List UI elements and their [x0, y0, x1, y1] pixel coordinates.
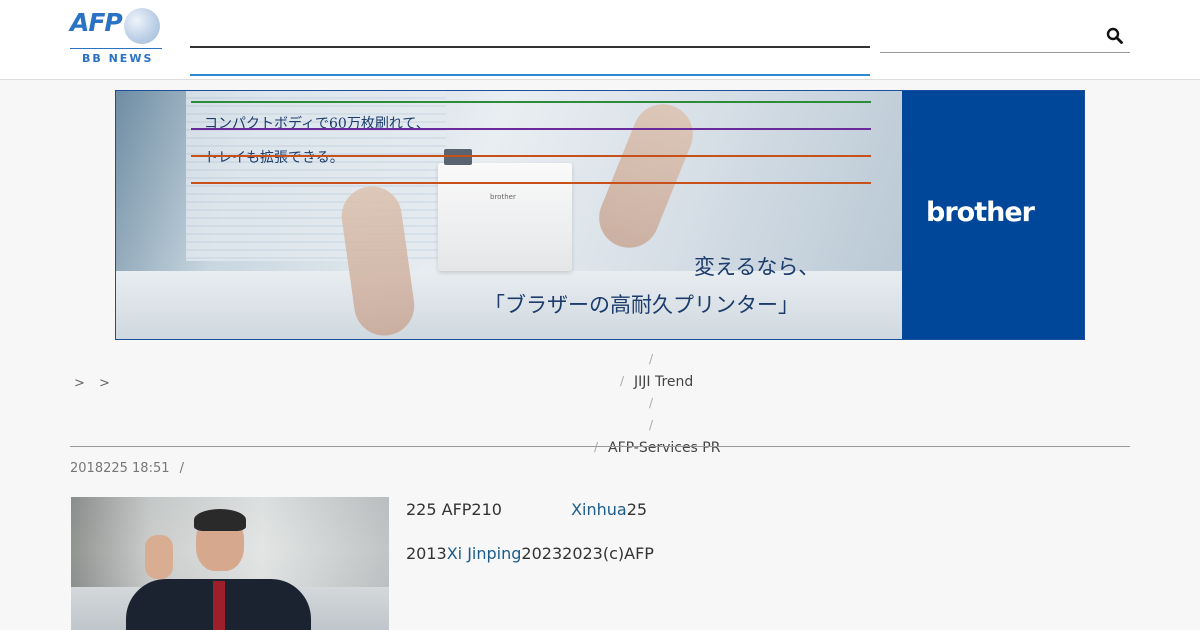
- menu-link-afp-services-pr[interactable]: AFP-Services PR: [608, 440, 720, 456]
- paragraph-2-tail: 20232023(c)AFP: [521, 544, 654, 563]
- menu-link-jiji-trend[interactable]: JIJI Trend: [634, 374, 693, 390]
- brother-printer-ad-banner[interactable]: brother コンパクトボディで60万枚刷れて、 トレイも拡張できる。 変える…: [115, 90, 1085, 340]
- brother-logo: brother: [926, 197, 1035, 228]
- ad-copy-line-1: コンパクトボディで60万枚刷れて、: [204, 116, 430, 132]
- printer-brand-label: brother: [490, 193, 516, 201]
- article-date: 2018225 18:51: [70, 461, 170, 476]
- title-divider: [70, 446, 1130, 447]
- nav-line-orange-2: [191, 182, 871, 184]
- photo-raised-hand: [145, 535, 173, 579]
- breadcrumb-separator: >: [74, 376, 85, 391]
- secondary-nav-bar[interactable]: [190, 74, 870, 76]
- article-dateline: 2018225 18:51 /: [70, 461, 184, 476]
- logo-sub-text: BB NEWS: [82, 52, 154, 65]
- search-icon[interactable]: [1106, 27, 1124, 45]
- search-input[interactable]: [880, 52, 1130, 53]
- xi-jinping-link[interactable]: Xi Jinping: [447, 544, 522, 563]
- site-header: AFP BB NEWS: [0, 0, 1200, 80]
- paragraph-1-tail: 25: [626, 500, 648, 519]
- breadcrumb: > >: [74, 376, 120, 391]
- menu-separator: /: [594, 440, 599, 454]
- xinhua-link[interactable]: Xinhua: [571, 500, 627, 519]
- logo-afp-text: AFP: [70, 8, 123, 37]
- photo-tie: [213, 581, 225, 630]
- nav-line-purple: [191, 128, 871, 130]
- article-paragraph-1: 225 AFP210 Xinhua25: [406, 500, 647, 519]
- nav-line-green: [191, 101, 871, 103]
- logo-rule: [70, 48, 162, 49]
- dateline-separator: /: [179, 461, 185, 476]
- nav-line-orange: [191, 155, 871, 157]
- ad-catch-line-2: 「ブラザーの高耐久プリンター」: [484, 293, 799, 317]
- paragraph-1-text: 225 AFP210: [406, 500, 502, 519]
- menu-separator: /: [649, 396, 654, 410]
- ad-copy-line-2: トレイも拡張できる。: [204, 150, 344, 166]
- photo-hair: [194, 509, 246, 531]
- ad-hand-right: [590, 95, 702, 257]
- menu-separator: /: [649, 352, 654, 366]
- afp-bb-news-logo[interactable]: AFP BB NEWS: [70, 8, 162, 65]
- menu-separator: /: [649, 418, 654, 432]
- breadcrumb-separator: >: [99, 376, 110, 391]
- globe-icon: [124, 8, 160, 44]
- ad-printer-image: brother: [438, 149, 572, 271]
- printer-panel: [444, 149, 472, 165]
- main-nav-bar[interactable]: [190, 46, 870, 48]
- menu-separator: /: [620, 374, 625, 388]
- article-paragraph-2: 2013Xi Jinping20232023(c)AFP: [406, 544, 654, 563]
- ad-catch-line-1: 変えるなら、: [694, 255, 820, 279]
- ad-brand-panel: brother: [902, 91, 1084, 339]
- article-photo[interactable]: [71, 497, 389, 630]
- paragraph-2-head: 2013: [406, 544, 447, 563]
